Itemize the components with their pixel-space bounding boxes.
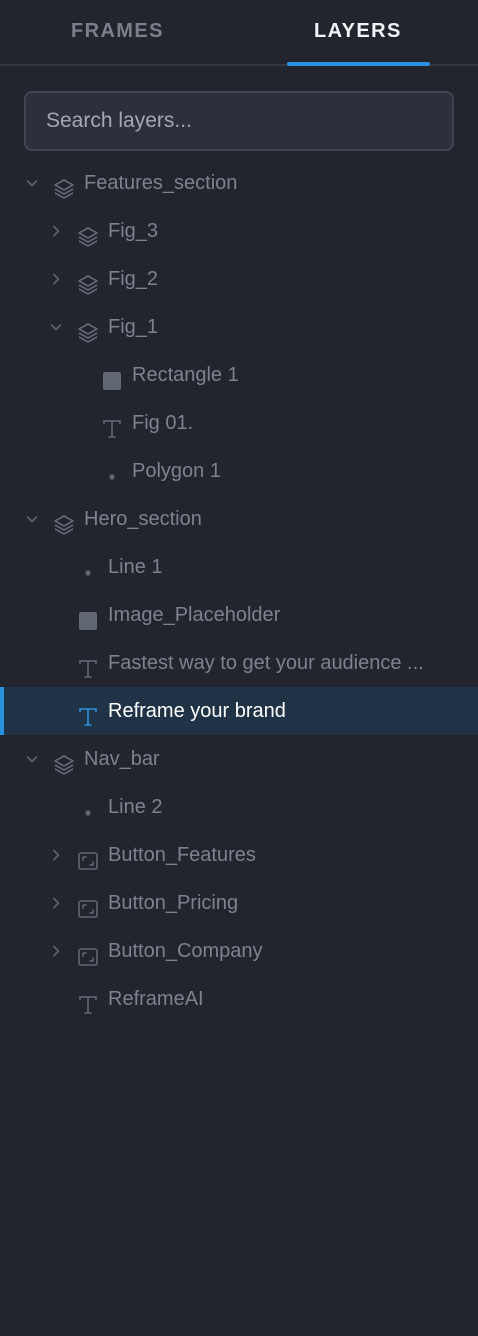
rectangle-icon	[100, 363, 124, 390]
layer-image-placeholder[interactable]: Image_Placeholder	[0, 591, 478, 639]
layer-label: Nav_bar	[84, 748, 160, 770]
layer-label: Fastest way to get your audience ...	[108, 652, 424, 674]
chevron-right-icon[interactable]	[48, 207, 64, 255]
layers-icon	[76, 267, 100, 295]
text-icon	[100, 411, 124, 438]
layer-fig-1[interactable]: Fig_1	[0, 303, 478, 351]
dot-icon	[76, 795, 100, 819]
chevron-down-icon[interactable]	[48, 303, 64, 351]
layers-icon	[52, 171, 76, 199]
layers-icon	[76, 219, 100, 247]
chevron-down-icon[interactable]	[24, 495, 40, 543]
rectangle-icon	[76, 603, 100, 630]
chevron-down-icon[interactable]	[24, 159, 40, 207]
layer-label: Fig_2	[108, 268, 159, 290]
layer-rectangle-1[interactable]: Rectangle 1	[0, 351, 478, 399]
layer-tree: Features_section Fig_3 Fig_2 Fig_1 Rectangle…	[0, 159, 478, 1023]
layer-fig-3[interactable]: Fig_3	[0, 207, 478, 255]
layer-label: Reframe your brand	[108, 700, 286, 722]
chevron-down-icon[interactable]	[24, 735, 40, 783]
layers-icon	[52, 747, 76, 775]
layer-label: Line 1	[108, 556, 163, 578]
layer-label: Button_Features	[108, 844, 256, 866]
text-icon	[76, 987, 100, 1014]
layer-label: Fig 01.	[132, 412, 194, 434]
layer-label: Fig_1	[108, 316, 159, 338]
chevron-right-icon[interactable]	[48, 927, 64, 975]
frame-icon	[76, 939, 100, 966]
dot-icon	[100, 459, 124, 483]
layer-polygon-1[interactable]: Polygon 1	[0, 447, 478, 495]
layer-label: Button_Pricing	[108, 892, 239, 914]
layer-features-section[interactable]: Features_section	[0, 159, 478, 207]
layer-label: ReframeAI	[108, 988, 204, 1010]
layer-button-pricing[interactable]: Button_Pricing	[0, 879, 478, 927]
text-icon	[76, 699, 100, 726]
layer-label: Rectangle 1	[132, 364, 239, 386]
layer-button-company[interactable]: Button_Company	[0, 927, 478, 975]
layers-icon	[52, 507, 76, 535]
layer-line-1[interactable]: Line 1	[0, 543, 478, 591]
text-icon	[76, 651, 100, 678]
layer-label: Image_Placeholder	[108, 604, 281, 626]
chevron-right-icon[interactable]	[48, 831, 64, 879]
layer-fig-01[interactable]: Fig 01.	[0, 399, 478, 447]
layer-fastest-way[interactable]: Fastest way to get your audience ...	[0, 639, 478, 687]
layer-label: Line 2	[108, 796, 163, 818]
layer-nav-bar[interactable]: Nav_bar	[0, 735, 478, 783]
layer-line-2[interactable]: Line 2	[0, 783, 478, 831]
dot-icon	[76, 555, 100, 579]
layer-label: Polygon 1	[132, 460, 221, 482]
layer-reframeai[interactable]: ReframeAI	[0, 975, 478, 1023]
search-box	[24, 91, 454, 151]
frame-icon	[76, 843, 100, 870]
layer-button-features[interactable]: Button_Features	[0, 831, 478, 879]
search-input[interactable]	[26, 93, 452, 149]
active-tab-indicator	[287, 62, 430, 66]
layer-reframe-your-brand[interactable]: Reframe your brand	[0, 687, 478, 735]
panel-tabs: FRAMES LAYERS	[0, 0, 478, 66]
layer-label: Fig_3	[108, 220, 159, 242]
frame-icon	[76, 891, 100, 918]
chevron-right-icon[interactable]	[48, 879, 64, 927]
tab-frames[interactable]: FRAMES	[71, 20, 164, 43]
chevron-right-icon[interactable]	[48, 255, 64, 303]
layer-label: Hero_section	[84, 508, 202, 530]
layer-hero-section[interactable]: Hero_section	[0, 495, 478, 543]
layer-label: Features_section	[84, 172, 238, 194]
tab-layers[interactable]: LAYERS	[314, 20, 402, 43]
layer-label: Button_Company	[108, 940, 263, 962]
layers-icon	[76, 315, 100, 343]
layer-fig-2[interactable]: Fig_2	[0, 255, 478, 303]
